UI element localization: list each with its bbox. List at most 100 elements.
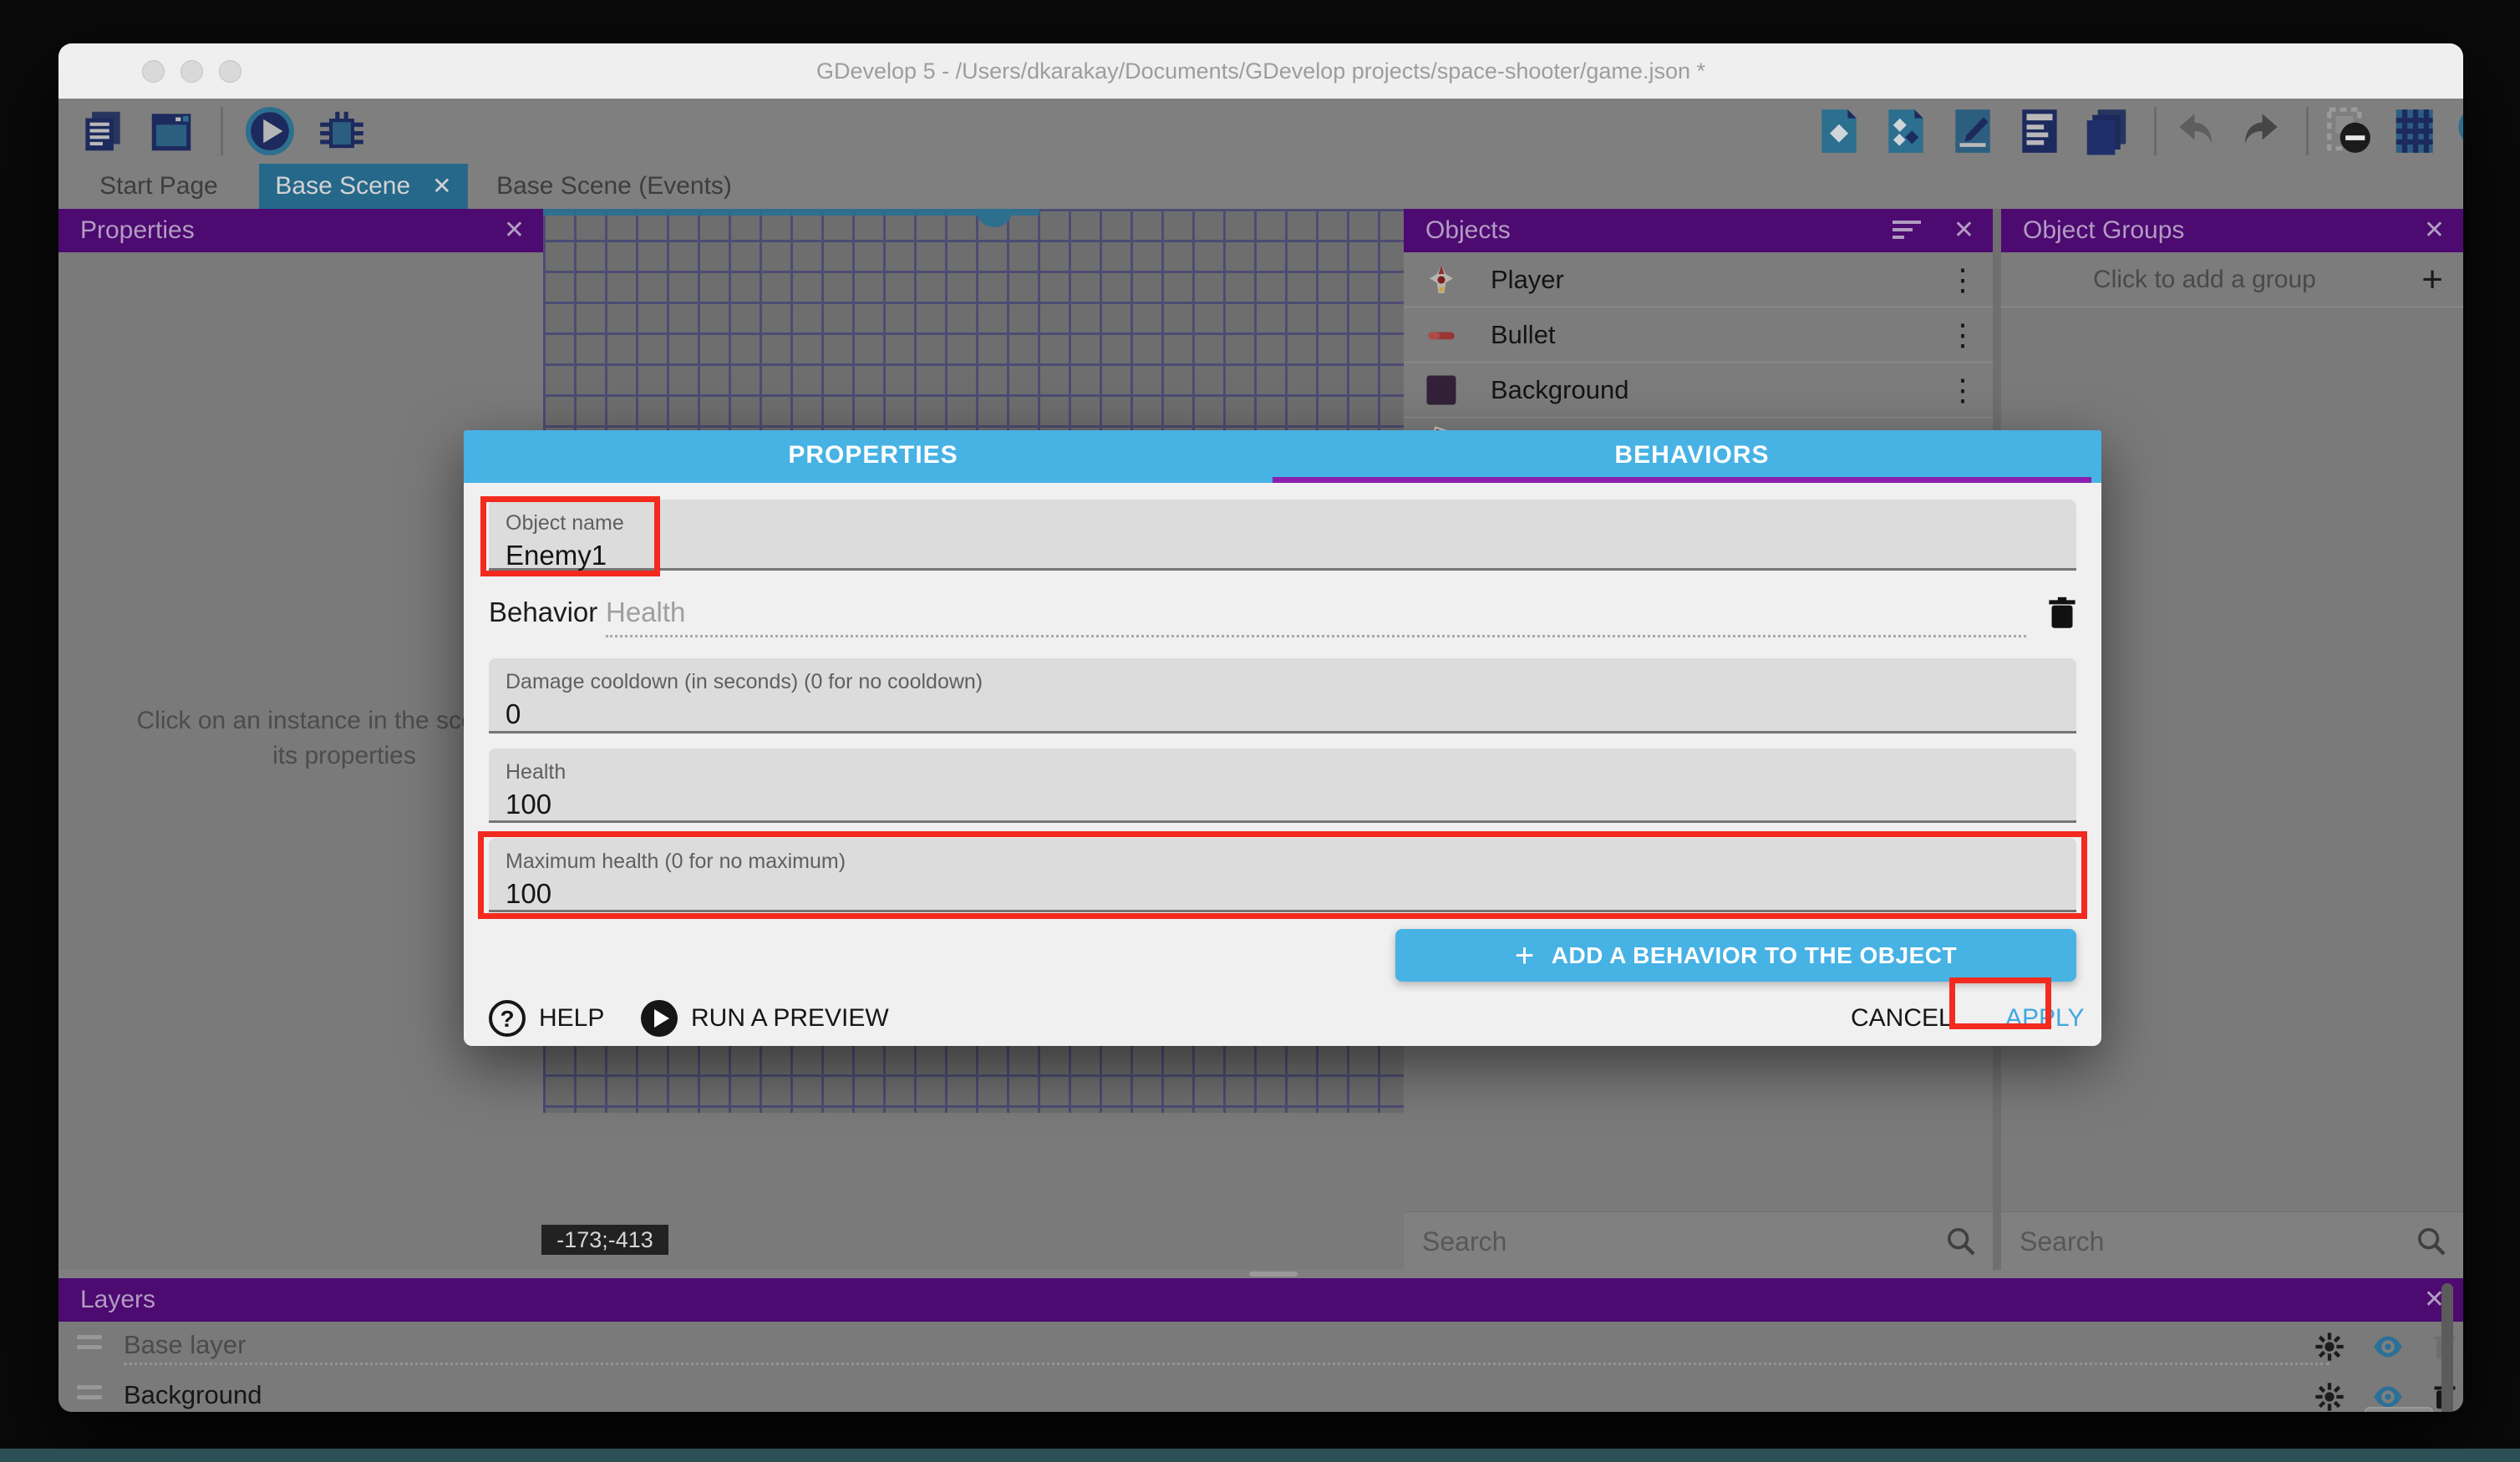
object-editor-dialog: PROPERTIES BEHAVIORS Object name Enemy1 … — [464, 430, 2101, 1046]
objects-panel-header: Objects ✕ — [1404, 209, 1993, 252]
object-row-background[interactable]: Background ⋮ — [1404, 363, 1993, 418]
debugger-icon[interactable] — [316, 105, 368, 157]
properties-panel-title: Properties — [80, 209, 195, 252]
object-menu-icon[interactable]: ⋮ — [1948, 252, 1978, 307]
layer-effects-icon[interactable] — [2313, 1380, 2346, 1412]
dialog-tab-behaviors[interactable]: BEHAVIORS — [1283, 430, 2101, 483]
tab-start-page[interactable]: Start Page — [58, 164, 259, 209]
filter-icon[interactable] — [1893, 221, 1921, 241]
close-tab-icon[interactable]: ✕ — [432, 164, 451, 209]
health-field[interactable]: Health 100 — [489, 749, 2076, 823]
close-panel-icon[interactable]: ✕ — [504, 209, 525, 252]
object-name: Player — [1491, 252, 1564, 307]
bullet-object-icon — [1424, 317, 1459, 353]
object-groups-search[interactable]: Search — [2001, 1211, 2463, 1270]
behavior-label: Behavior — [489, 596, 597, 628]
damage-cooldown-value: 0 — [506, 698, 521, 730]
object-row-player[interactable]: Player ⋮ — [1404, 252, 1993, 307]
undo-icon[interactable] — [2171, 105, 2223, 157]
add-group-label: Click to add a group — [2093, 252, 2316, 307]
add-group-row[interactable]: Click to add a group + — [2001, 252, 2463, 307]
behavior-header-row: Behavior Health — [489, 585, 2076, 643]
search-icon — [1944, 1225, 1978, 1258]
health-value: 100 — [506, 789, 551, 820]
tab-base-scene[interactable]: Base Scene✕ — [259, 164, 468, 209]
plus-icon[interactable]: + — [2421, 252, 2443, 307]
plus-icon: + — [1515, 937, 1535, 974]
run-preview-button[interactable]: RUN A PREVIEW — [691, 990, 889, 1046]
start-page-icon[interactable] — [145, 105, 197, 157]
object-groups-panel-header: Object Groups ✕ — [2001, 209, 2463, 252]
player-object-icon — [1424, 262, 1459, 297]
layer-name[interactable]: Background — [124, 1372, 262, 1412]
edit-scene-properties-icon[interactable] — [1947, 105, 1999, 157]
delete-behavior-icon[interactable] — [2041, 590, 2083, 637]
panel-resize-divider[interactable] — [58, 1270, 2463, 1278]
cursor-coordinates: -173;-413 — [541, 1225, 668, 1255]
dialog-footer: ? HELP RUN A PREVIEW CANCEL APPLY — [464, 990, 2101, 1046]
drag-handle-icon[interactable] — [77, 1385, 102, 1407]
layer-visibility-icon[interactable] — [2371, 1330, 2405, 1363]
object-menu-icon[interactable]: ⋮ — [1948, 307, 1978, 363]
add-behavior-button[interactable]: +ADD A BEHAVIOR TO THE OBJECT — [1395, 929, 2076, 982]
object-menu-icon[interactable]: ⋮ — [1948, 363, 1978, 418]
annotation-box-maximum-health — [478, 831, 2087, 919]
annotation-box-apply — [1949, 977, 2051, 1029]
object-row-bullet[interactable]: Bullet ⋮ — [1404, 307, 1993, 363]
project-manager-icon[interactable] — [77, 105, 129, 157]
window-title: GDevelop 5 - /Users/dkarakay/Documents/G… — [58, 43, 2463, 99]
layer-name[interactable]: Base layer — [124, 1322, 246, 1368]
zoom-original-icon[interactable]: 1:1 — [2455, 105, 2463, 157]
drag-handle-icon[interactable] — [77, 1335, 102, 1357]
search-icon — [2415, 1225, 2448, 1258]
layers-panel-header: Layers ✕ — [58, 1278, 2463, 1322]
run-preview-icon[interactable] — [641, 1000, 678, 1037]
damage-cooldown-field[interactable]: Damage cooldown (in seconds) (0 for no c… — [489, 658, 2076, 734]
toggle-grid-icon[interactable] — [2390, 105, 2441, 157]
instance-resize-handle[interactable] — [976, 209, 1013, 227]
background-color-swatch[interactable] — [2365, 1407, 2433, 1412]
search-placeholder: Search — [2020, 1212, 2104, 1271]
object-row-partial[interactable] — [1404, 418, 1993, 430]
health-label: Health — [506, 760, 566, 784]
search-placeholder: Search — [1422, 1212, 1506, 1271]
layer-row-background[interactable]: Background — [58, 1372, 2463, 1412]
layers-panel-title: Layers — [80, 1278, 155, 1322]
help-button[interactable]: HELP — [539, 990, 604, 1046]
background-object-icon — [1424, 373, 1459, 408]
layer-row-base-layer[interactable]: Base layer — [58, 1322, 2463, 1372]
editor-tabbar: Start Page Base Scene✕ Base Scene (Event… — [58, 164, 2463, 209]
desktop-background-strip — [0, 1449, 2520, 1462]
properties-panel-header: Properties ✕ — [58, 209, 543, 252]
dialog-tabbar: PROPERTIES BEHAVIORS — [464, 430, 2101, 483]
object-name-field[interactable]: Object name Enemy1 — [489, 500, 2076, 571]
titlebar: GDevelop 5 - /Users/dkarakay/Documents/G… — [58, 43, 2463, 99]
close-panel-icon[interactable]: ✕ — [1954, 209, 1974, 252]
screenshot-root: GDevelop 5 - /Users/dkarakay/Documents/G… — [0, 0, 2520, 1462]
redo-icon[interactable] — [2234, 105, 2286, 157]
new-object-icon[interactable] — [1813, 105, 1865, 157]
object-groups-icon[interactable] — [1880, 105, 1932, 157]
behavior-name-underline — [606, 635, 2026, 637]
enemy-object-icon — [1424, 421, 1459, 430]
toolbar-separator — [221, 107, 223, 155]
resize-handle[interactable] — [1249, 1272, 1298, 1277]
help-icon[interactable]: ? — [489, 1000, 526, 1037]
toggle-mask-icon[interactable] — [2323, 105, 2375, 157]
objects-panel-title: Objects — [1425, 209, 1511, 252]
instances-list-icon[interactable] — [2014, 105, 2065, 157]
objects-search[interactable]: Search — [1404, 1211, 1993, 1270]
cancel-button[interactable]: CANCEL — [1851, 990, 1953, 1046]
layers-editor-icon[interactable] — [2081, 105, 2132, 157]
dialog-tab-properties[interactable]: PROPERTIES — [464, 430, 1283, 483]
tab-base-scene-events[interactable]: Base Scene (Events)✕ — [476, 164, 752, 209]
object-name: Background — [1491, 363, 1628, 418]
layer-name-underline — [124, 1363, 2329, 1365]
layer-effects-icon[interactable] — [2313, 1330, 2346, 1363]
damage-cooldown-label: Damage cooldown (in seconds) (0 for no c… — [506, 670, 983, 694]
close-panel-icon[interactable]: ✕ — [2424, 209, 2445, 252]
behavior-name-field[interactable]: Health — [606, 596, 685, 628]
preview-icon[interactable] — [244, 105, 296, 157]
annotation-box-object-name — [480, 496, 660, 576]
layers-scrollbar[interactable] — [2441, 1283, 2453, 1412]
